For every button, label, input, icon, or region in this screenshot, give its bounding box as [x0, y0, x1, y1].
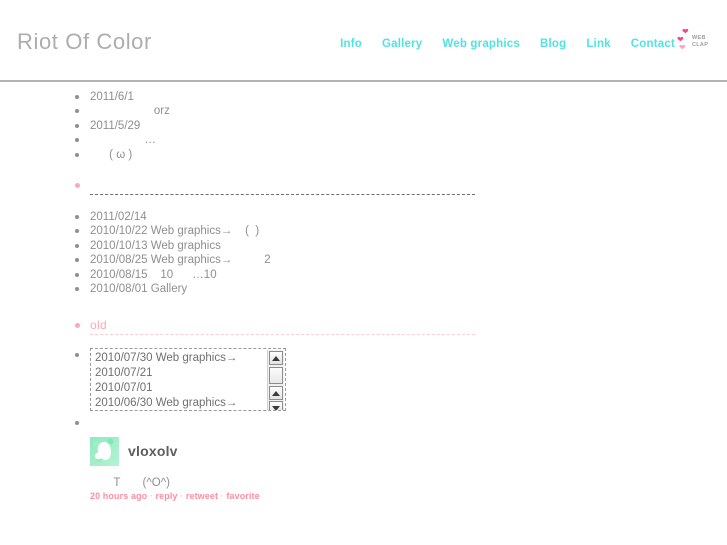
chevron-up-icon: [272, 355, 280, 361]
list-item: 2010/06/30 Web graphics→: [95, 397, 238, 410]
meta-separator: ·: [177, 490, 186, 501]
scrollbar[interactable]: [267, 350, 284, 411]
chevron-up-icon: [272, 390, 280, 396]
old-archive-scrollbox[interactable]: 2010/07/30 Web graphics→ 2010/07/21 2010…: [90, 348, 286, 412]
tweet-text: T (^O^): [104, 476, 170, 489]
recent-news-list: 2011/6/1 orz 2011/5/29 … ( ω ): [0, 90, 727, 162]
section-separator: [0, 180, 727, 196]
old-archive-list: 2010/07/30 Web graphics→ 2010/07/21 2010…: [91, 349, 285, 410]
web-clap-line2: CLAP: [692, 41, 709, 48]
scrollbar-thumb[interactable]: [269, 367, 283, 385]
list-item: orz: [0, 104, 727, 118]
nav-item-web-graphics[interactable]: Web graphics: [442, 38, 520, 50]
tweet-reply-link[interactable]: reply: [156, 491, 178, 501]
old-section-heading: old: [0, 318, 727, 336]
tweet-username[interactable]: vloxolv: [128, 443, 178, 459]
main-content: 2011/6/1 orz 2011/5/29 … ( ω ) 2011/02/1…: [0, 90, 727, 501]
list-item: 2010/10/22 Web graphics→ ( ): [0, 224, 727, 238]
nav-item-blog[interactable]: Blog: [540, 38, 566, 50]
list-item: 2011/6/1: [0, 90, 727, 104]
list-item: 2010/07/30 Web graphics→: [95, 352, 238, 365]
list-item: 2010/07/01: [95, 382, 153, 395]
old-archive-scroll-item: 2010/07/30 Web graphics→ 2010/07/21 2010…: [0, 348, 727, 416]
avatar[interactable]: [90, 436, 119, 466]
tweet-timestamp[interactable]: 20 hours ago: [90, 491, 147, 501]
nav-item-contact[interactable]: Contact: [631, 38, 675, 50]
heart-icon: ❤ ❤ ❤: [677, 27, 689, 52]
list-item: ( ω ): [0, 148, 727, 162]
dashed-divider-pink: [90, 334, 475, 336]
list-item: 2010/08/25 Web graphics→ 2: [0, 253, 727, 267]
tweet-favorite-link[interactable]: favorite: [226, 491, 259, 501]
site-header: Riot Of Color Info Gallery Web graphics …: [0, 0, 727, 82]
twitter-widget: vloxolv T (^O^) 20 hours ago · reply · r…: [0, 431, 727, 501]
nav-item-gallery[interactable]: Gallery: [382, 38, 422, 50]
old-section-label: old: [90, 318, 107, 333]
scroll-down-button[interactable]: [269, 401, 283, 411]
dashed-divider: [90, 194, 475, 196]
list-item: 2011/02/14: [0, 210, 727, 224]
list-item: 2010/10/13 Web graphics: [0, 239, 727, 253]
list-item: 2010/07/21: [95, 367, 153, 380]
nav-item-link[interactable]: Link: [586, 38, 610, 50]
nav-item-info[interactable]: Info: [340, 38, 362, 50]
meta-separator: ·: [147, 490, 156, 501]
web-clap-button[interactable]: ❤ ❤ ❤ WEB CLAP: [677, 28, 715, 54]
scroll-up-button[interactable]: [269, 351, 283, 366]
list-item: [0, 416, 727, 430]
bird-icon: [96, 440, 113, 462]
main-navigation: Info Gallery Web graphics Blog Link Cont…: [340, 38, 675, 50]
scroll-up-button-secondary[interactable]: [269, 386, 283, 401]
tweet-header: vloxolv: [90, 436, 727, 466]
list-item: 2011/5/29: [0, 119, 727, 133]
tweet-retweet-link[interactable]: retweet: [186, 491, 218, 501]
list-item: 2010/08/01 Gallery: [0, 282, 727, 296]
site-title: Riot Of Color: [17, 29, 152, 54]
web-clap-label: WEB CLAP: [692, 35, 708, 48]
archive-news-list: 2011/02/14 2010/10/22 Web graphics→ ( ) …: [0, 210, 727, 296]
list-item: 2010/08/15 10 …10: [0, 268, 727, 282]
header-divider: [0, 80, 727, 82]
tweet-meta: 20 hours ago · reply · retweet · favorit…: [90, 491, 727, 501]
list-item: …: [0, 133, 727, 147]
chevron-down-icon: [272, 405, 280, 411]
trailing-bullet-list: [0, 416, 727, 430]
